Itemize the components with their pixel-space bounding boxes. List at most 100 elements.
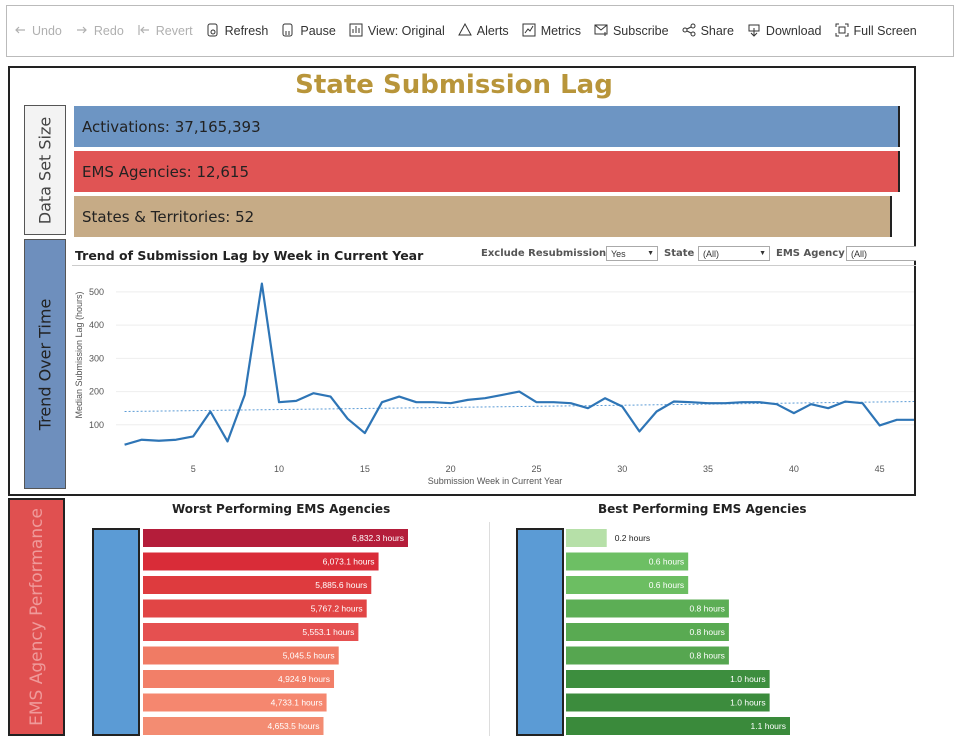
worst-agency-bar-label: 5,553.1 hours	[302, 627, 354, 637]
toolbar-undo-button[interactable]: Undo	[13, 23, 62, 40]
best-agency-bar-label: 0.2 hours	[615, 533, 650, 543]
metrics-icon	[522, 23, 541, 40]
toolbar-button-label: Redo	[93, 24, 124, 38]
ems-agency-filter-value: (All)	[851, 248, 867, 259]
worst-agency-bar-label: 5,767.2 hours	[311, 604, 363, 614]
state-filter-label: State	[664, 248, 695, 259]
toolbar-button-label: Subscribe	[612, 24, 669, 38]
toolbar-revert-button[interactable]: Revert	[137, 23, 193, 40]
revert-icon	[137, 23, 156, 40]
toolbar-refresh-button[interactable]: Refresh	[206, 23, 269, 40]
toolbar-button-label: Undo	[32, 24, 62, 38]
chevron-down-icon: ▼	[647, 250, 654, 257]
toolbar-view-original-button[interactable]: View: Original	[349, 23, 445, 40]
toolbar-subscribe-button[interactable]: Subscribe	[594, 23, 669, 40]
toolbar-download-button[interactable]: Download	[747, 23, 822, 40]
ems-agencies-bar: EMS Agencies: 12,615	[74, 151, 900, 192]
best-agency-bar	[566, 599, 729, 618]
best-agency-bar-label: 0.8 hours	[689, 627, 724, 637]
worst-agency-bar-label: 4,653.5 hours	[268, 721, 320, 731]
best-agency-bar-label: 1.1 hours	[751, 721, 786, 731]
state-filter-dropdown[interactable]: (All) ▼	[698, 246, 770, 261]
x-tick-label: 15	[360, 464, 370, 474]
toolbar-redo-button[interactable]: Redo	[75, 23, 124, 40]
x-tick-label: 20	[446, 464, 456, 474]
states-territories-bar: States & Territories: 52	[74, 196, 892, 237]
worst-agency-bar	[143, 576, 372, 594]
best-agencies-name-block	[516, 528, 564, 736]
best-agency-bar-label: 1.0 hours	[730, 674, 765, 684]
worst-agency-bar	[143, 717, 324, 735]
toolbar: Undo Redo Revert Refresh Pause View: Original…	[6, 5, 954, 57]
toolbar-button-label: Refresh	[224, 24, 269, 38]
x-tick-label: 35	[703, 464, 713, 474]
undo-icon	[13, 23, 32, 40]
x-tick-label: 5	[191, 464, 196, 474]
best-agency-bar-label: 0.6 hours	[649, 580, 684, 590]
best-agency-bar	[566, 623, 729, 641]
ems-agency-filter-label: EMS Agency	[776, 248, 845, 259]
toolbar-button-label: View: Original	[367, 24, 445, 38]
toolbar-button-label: Revert	[155, 24, 193, 38]
x-axis-label: Submission Week in Current Year	[428, 476, 562, 486]
trend-chart-title: Trend of Submission Lag by Week in Curre…	[75, 248, 424, 263]
worst-agency-bar	[143, 623, 359, 641]
toolbar-share-button[interactable]: Share	[682, 23, 734, 40]
worst-agency-bar	[143, 552, 379, 571]
dashboard-title: State Submission Lag	[295, 70, 613, 100]
toolbar-full-screen-button[interactable]: Full Screen	[835, 23, 917, 40]
fullscreen-icon	[835, 23, 854, 40]
refresh-icon	[206, 23, 225, 40]
worst-agency-bar-label: 4,924.9 hours	[278, 674, 330, 684]
toolbar-button-label: Share	[700, 24, 734, 38]
worst-agency-bar-label: 5,885.6 hours	[315, 580, 367, 590]
tab-trend-over-time[interactable]: Trend Over Time	[24, 239, 66, 489]
ems-agencies-label: EMS Agencies: 12,615	[82, 162, 249, 181]
worst-agency-bar-label: 4,733.1 hours	[271, 698, 323, 708]
worst-agency-bar	[143, 646, 339, 665]
worst-agency-bar	[143, 670, 335, 688]
toolbar-pause-button[interactable]: Pause	[281, 23, 336, 40]
toolbar-button-label: Full Screen	[853, 24, 917, 38]
tab-ems-agency-performance[interactable]: EMS Agency Performance	[8, 498, 65, 736]
best-agency-bar-label: 1.0 hours	[730, 698, 765, 708]
best-agencies-title: Best Performing EMS Agencies	[598, 502, 807, 516]
subscribe-mail-icon	[594, 23, 613, 40]
worst-agencies-title: Worst Performing EMS Agencies	[172, 502, 391, 516]
y-tick-label: 200	[89, 387, 104, 397]
exclude-resubmissions-dropdown[interactable]: Yes ▼	[606, 246, 658, 261]
y-tick-label: 100	[89, 420, 104, 430]
toolbar-metrics-button[interactable]: Metrics	[522, 23, 581, 40]
worst-agencies-name-block	[92, 528, 140, 736]
pause-icon	[281, 23, 300, 40]
tab-data-set-size[interactable]: Data Set Size	[24, 105, 66, 235]
submission-lag-series-line	[124, 282, 914, 446]
panel-divider	[489, 522, 490, 736]
x-tick-label: 45	[875, 464, 885, 474]
best-agency-bar-label: 0.8 hours	[689, 604, 724, 614]
x-tick-label: 40	[789, 464, 799, 474]
toolbar-button-label: Alerts	[476, 24, 509, 38]
tab-data-set-size-label: Data Set Size	[35, 116, 55, 224]
best-agency-bar-label: 0.8 hours	[689, 651, 724, 661]
states-territories-label: States & Territories: 52	[82, 207, 255, 226]
best-agency-bar	[566, 552, 689, 571]
best-agency-bar	[566, 646, 729, 665]
worst-agency-bar	[143, 529, 408, 547]
best-agency-bar	[566, 717, 790, 735]
y-tick-label: 500	[89, 287, 104, 297]
worst-agency-bar-label: 5,045.5 hours	[283, 651, 335, 661]
best-agency-bar-label: 0.6 hours	[649, 557, 684, 567]
worst-agency-bar-label: 6,832.3 hours	[352, 533, 404, 543]
x-tick-label: 10	[274, 464, 284, 474]
redo-icon	[75, 23, 94, 40]
exclude-resubmissions-label: Exclude Resubmissions	[481, 248, 613, 259]
alert-bell-icon	[457, 22, 477, 40]
ems-agency-filter-dropdown[interactable]: (All)	[846, 246, 916, 261]
best-agency-bar	[566, 693, 770, 712]
worst-agency-bar	[143, 599, 367, 618]
toolbar-button-label: Metrics	[540, 24, 581, 38]
toolbar-alerts-button[interactable]: Alerts	[457, 22, 509, 40]
tab-trend-over-time-label: Trend Over Time	[35, 298, 55, 430]
best-agency-bar	[566, 529, 607, 547]
